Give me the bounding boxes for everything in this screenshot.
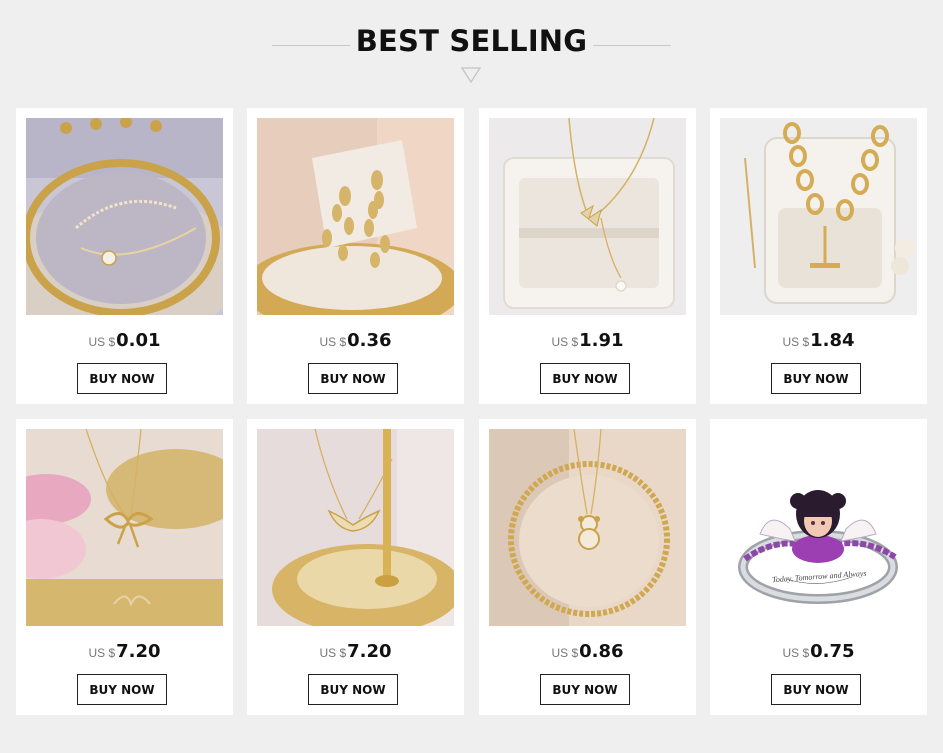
product-card[interactable]: US $0.86 BUY NOW	[479, 419, 696, 715]
product-price: US $0.36	[319, 330, 392, 351]
product-card[interactable]: US $0.01 BUY NOW	[16, 108, 233, 404]
buy-now-button[interactable]: BUY NOW	[771, 674, 861, 705]
buy-now-button[interactable]: BUY NOW	[308, 674, 398, 705]
product-card[interactable]: Today, Tomorrow and Always US $0.75 BUY …	[710, 419, 927, 715]
buy-now-button[interactable]: BUY NOW	[77, 674, 167, 705]
down-triangle-icon	[461, 67, 481, 83]
product-card[interactable]: US $1.84 BUY NOW	[710, 108, 927, 404]
product-price: US $7.20	[88, 641, 161, 662]
product-image[interactable]	[26, 118, 223, 315]
buy-now-button[interactable]: BUY NOW	[771, 363, 861, 394]
buy-now-button[interactable]: BUY NOW	[540, 674, 630, 705]
product-price: US $0.75	[782, 641, 855, 662]
buy-now-button[interactable]: BUY NOW	[77, 363, 167, 394]
product-image[interactable]	[257, 118, 454, 315]
product-image[interactable]	[720, 118, 917, 315]
product-image[interactable]	[26, 429, 223, 626]
section-title: BEST SELLING	[355, 24, 588, 58]
product-image[interactable]	[489, 429, 686, 626]
buy-now-button[interactable]: BUY NOW	[540, 363, 630, 394]
product-price: US $0.01	[88, 330, 161, 351]
product-price: US $7.20	[319, 641, 392, 662]
product-card[interactable]: US $0.36 BUY NOW	[247, 108, 464, 404]
product-image[interactable]	[257, 429, 454, 626]
header-divider-right	[593, 45, 671, 46]
product-card[interactable]: US $7.20 BUY NOW	[16, 419, 233, 715]
product-card[interactable]: US $1.91 BUY NOW	[479, 108, 696, 404]
product-image[interactable]	[489, 118, 686, 315]
product-price: US $1.91	[551, 330, 624, 351]
buy-now-button[interactable]: BUY NOW	[308, 363, 398, 394]
product-image[interactable]: Today, Tomorrow and Always	[720, 429, 917, 626]
product-card[interactable]: US $7.20 BUY NOW	[247, 419, 464, 715]
section-header: BEST SELLING	[0, 0, 943, 100]
product-price: US $0.86	[551, 641, 624, 662]
product-price: US $1.84	[782, 330, 855, 351]
